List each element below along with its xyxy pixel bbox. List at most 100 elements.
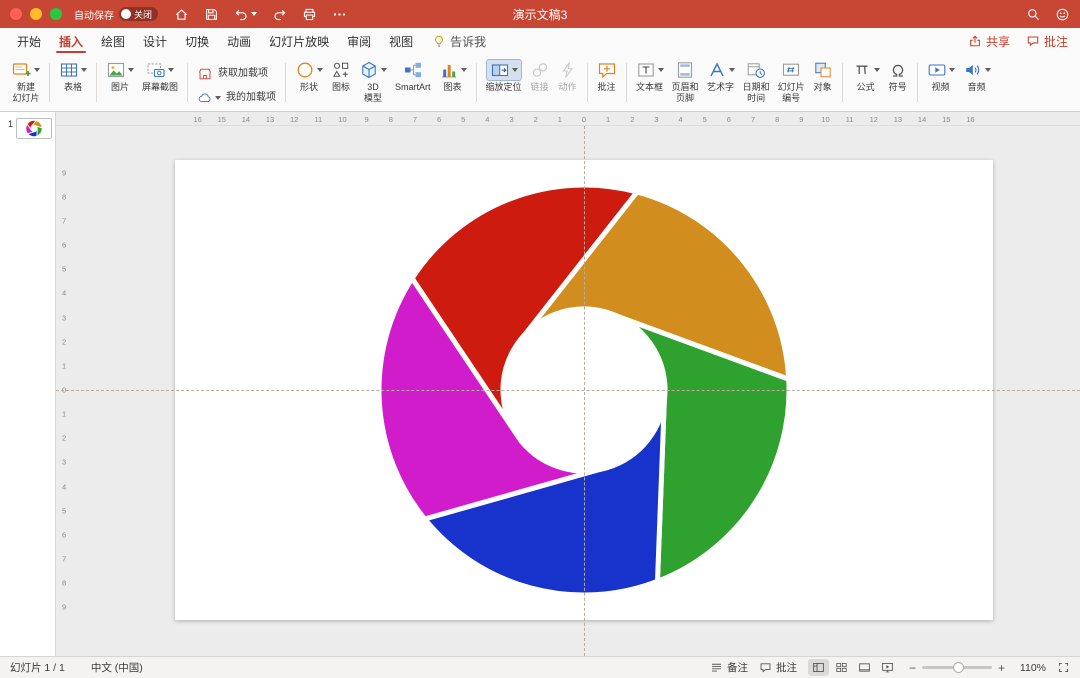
hruler-label: 8	[388, 114, 393, 124]
ribbon-zoom-button[interactable]: 缩放定位	[482, 57, 526, 95]
slide-canvas[interactable]: 9876543210123456789	[56, 126, 1080, 656]
ribbon-my-add-ins-button[interactable]: 我的加载项	[193, 89, 280, 107]
ribbon-video-button[interactable]: 视频	[923, 57, 959, 95]
ribbon-new-slide-button[interactable]: 新建 幻灯片	[8, 57, 44, 106]
shapes-icon	[297, 62, 313, 78]
ribbon-table-label: 表格	[63, 82, 82, 92]
ribbon-object-label: 对象	[813, 82, 832, 92]
ribbon-table-button[interactable]: 表格	[55, 57, 91, 95]
tab-view[interactable]: 视图	[380, 28, 422, 54]
ribbon-text-box-button[interactable]: 文本框	[632, 57, 668, 95]
language-indicator[interactable]: 中文 (中国)	[91, 660, 143, 675]
view-normal-button[interactable]	[807, 659, 829, 676]
slide-indicator[interactable]: 幻灯片 1 / 1	[10, 660, 65, 675]
vertical-guide[interactable]	[584, 126, 585, 656]
save-button[interactable]	[204, 7, 219, 22]
slide-thumbnail[interactable]: 1	[5, 118, 52, 139]
ribbon-3d-models-label: 3D 模型	[364, 82, 383, 103]
ribbon-header-footer-label: 页眉和 页脚	[671, 82, 699, 103]
autosave-knob	[121, 9, 131, 19]
ribbon-symbol-button[interactable]: 符号	[884, 57, 912, 95]
comments-button[interactable]: 批注	[1026, 33, 1068, 50]
dropdown-caret	[984, 68, 991, 72]
autosave-state: 关闭	[134, 9, 153, 20]
tab-slideshow[interactable]: 幻灯片放映	[260, 28, 338, 54]
ribbon-equation-button[interactable]: 公式	[848, 57, 884, 95]
tab-animations[interactable]: 动画	[218, 28, 260, 54]
ribbon-3d-models-button[interactable]: 3D 模型	[355, 57, 391, 106]
ribbon-group: 公式 符号	[846, 56, 914, 109]
dropdown-caret	[381, 68, 388, 72]
zoom-in-button[interactable]: +	[998, 661, 1005, 675]
zoom-out-button[interactable]: −	[909, 661, 916, 675]
ribbon-comment-label: 批注	[597, 82, 616, 92]
redo-button[interactable]	[272, 7, 287, 22]
tab-insert[interactable]: 插入	[50, 28, 92, 54]
datetime-icon	[747, 63, 766, 78]
ribbon-slide-number-button[interactable]: 幻灯片 编号	[774, 57, 809, 106]
zoom-slider-handle[interactable]	[953, 662, 965, 673]
ribbon-date-time-button[interactable]: 日期和 时间	[739, 57, 774, 106]
slide-thumbnail-number: 1	[7, 119, 13, 129]
ribbon-pictures-label: 图片	[110, 82, 129, 92]
group-separator	[285, 63, 287, 102]
dropdown-caret	[81, 68, 87, 72]
view-show-button[interactable]	[877, 659, 898, 676]
autosave-toggle[interactable]: 自动保存 关闭	[74, 7, 159, 22]
ribbon-equation-label: 公式	[856, 82, 875, 92]
ribbon-object-button[interactable]: 对象	[809, 57, 837, 95]
close-button[interactable]	[10, 8, 22, 20]
minimize-button[interactable]	[30, 8, 42, 20]
tellme-button[interactable]: 告诉我	[422, 28, 496, 54]
hruler-label: 12	[290, 114, 299, 124]
tab-design[interactable]: 设计	[134, 28, 176, 54]
ribbon-icons-button[interactable]: 图标	[327, 57, 355, 95]
tab-draw[interactable]: 绘图	[92, 28, 134, 54]
comments-label: 批注	[775, 662, 797, 674]
dropdown-caret	[873, 68, 880, 72]
quick-access-toolbar	[174, 7, 347, 22]
zoom-slider[interactable]	[921, 662, 992, 673]
hruler-label: 12	[869, 114, 878, 124]
undo-button[interactable]	[234, 7, 258, 22]
ribbon-shapes-button[interactable]: 形状	[291, 57, 327, 95]
ribbon-audio-label: 音频	[967, 82, 986, 92]
fullscreen-button[interactable]	[50, 8, 62, 20]
action-icon	[561, 62, 573, 78]
ribbon-wordart-button[interactable]: 艺术字	[703, 57, 739, 95]
slide-thumbnail-panel: 1	[0, 112, 56, 656]
notes-button[interactable]: 备注	[710, 660, 748, 675]
comments-button[interactable]: 批注	[759, 660, 797, 675]
hruler-label: 2	[533, 114, 538, 124]
ribbon-text-box-label: 文本框	[636, 82, 664, 92]
view-sorter-button[interactable]	[831, 659, 852, 676]
feedback-button[interactable]	[1055, 7, 1070, 22]
ribbon-slide-number-label: 幻灯片 编号	[777, 82, 805, 103]
ribbon-comment-button[interactable]: 批注	[593, 57, 621, 95]
ribbon-chart-button[interactable]: 图表	[435, 57, 471, 95]
home-button[interactable]	[174, 7, 189, 22]
tab-transitions[interactable]: 切换	[176, 28, 218, 54]
view-reading-button[interactable]	[854, 659, 875, 676]
hruler-label: 16	[193, 114, 202, 124]
zoom-level[interactable]: 110%	[1016, 662, 1046, 674]
ribbon-action-label: 动作	[558, 82, 577, 92]
share-icon	[970, 35, 980, 47]
ribbon-smartart-button[interactable]: SmartArt	[391, 57, 435, 95]
ribbon-audio-button[interactable]: 音频	[959, 57, 995, 95]
tab-home[interactable]: 开始	[8, 28, 50, 54]
tab-review[interactable]: 审阅	[338, 28, 380, 54]
search-button[interactable]	[1026, 7, 1041, 22]
horizontal-guide[interactable]	[56, 390, 1080, 391]
cube-icon	[362, 61, 376, 79]
ribbon-header-footer-button[interactable]: 页眉和 页脚	[668, 57, 703, 106]
autosave-switch[interactable]: 关闭	[119, 7, 159, 21]
ribbon-pictures-button[interactable]: 图片	[102, 57, 138, 95]
ribbon-get-add-ins-button[interactable]: 获取加载项	[193, 65, 272, 83]
print-button[interactable]	[302, 7, 317, 22]
more-button[interactable]	[332, 7, 347, 22]
ribbon-screenshot-button[interactable]: 屏幕截图	[138, 57, 182, 95]
share-button[interactable]: 共享	[968, 33, 1010, 50]
hruler-label: 3	[509, 114, 514, 124]
fit-slide-button[interactable]	[1057, 661, 1070, 674]
